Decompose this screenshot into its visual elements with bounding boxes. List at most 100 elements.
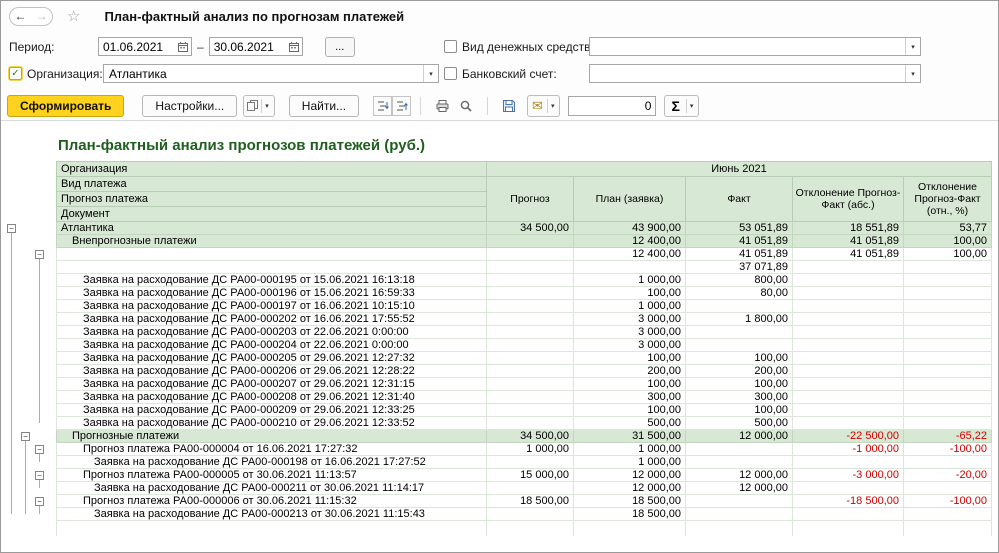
expand-groups-button[interactable]	[373, 96, 392, 116]
cell-deviation-rel[interactable]	[904, 508, 992, 521]
autosum-input[interactable]	[568, 96, 656, 116]
cell-fact[interactable]: 300,00	[686, 391, 793, 404]
cell-fact[interactable]: 100,00	[686, 404, 793, 417]
cell-deviation-abs[interactable]	[793, 339, 904, 352]
cell-plan[interactable]: 12 400,00	[574, 248, 686, 261]
cell-plan[interactable]: 100,00	[574, 378, 686, 391]
cell-fact[interactable]: 80,00	[686, 287, 793, 300]
back-button[interactable]: ←	[10, 8, 31, 25]
cell-fact[interactable]: 37 071,89	[686, 261, 793, 274]
forward-button[interactable]: →	[31, 8, 52, 25]
cell-plan[interactable]: 1 000,00	[574, 443, 686, 456]
report-row[interactable]: Заявка на расходование ДС РА00-000198 от…	[57, 456, 992, 469]
row-label[interactable]: Заявка на расходование ДС РА00-000195 от…	[57, 274, 487, 287]
cell-fact[interactable]: 41 051,89	[686, 235, 793, 248]
autosum-split-button[interactable]: Σ ▾	[664, 95, 699, 117]
bank-account-combobox[interactable]: ▾	[589, 64, 921, 83]
cell-deviation-rel[interactable]	[904, 274, 992, 287]
cell-deviation-abs[interactable]: 18 551,89	[793, 222, 904, 235]
cell-deviation-rel[interactable]	[904, 456, 992, 469]
cell-fact[interactable]: 100,00	[686, 378, 793, 391]
cell-fact[interactable]	[686, 339, 793, 352]
cell-deviation-abs[interactable]	[793, 300, 904, 313]
cell-forecast[interactable]: 34 500,00	[487, 430, 574, 443]
cell-deviation-abs[interactable]	[793, 287, 904, 300]
cell-fact[interactable]: 200,00	[686, 365, 793, 378]
cell-deviation-rel[interactable]	[904, 326, 992, 339]
cell-deviation-rel[interactable]: 53,77	[904, 222, 992, 235]
chevron-down-icon[interactable]: ▾	[261, 99, 272, 113]
report-row[interactable]: 37 071,89	[57, 261, 992, 274]
cell-plan[interactable]: 12 400,00	[574, 235, 686, 248]
cell-deviation-rel[interactable]	[904, 404, 992, 417]
cell-deviation-rel[interactable]	[904, 378, 992, 391]
row-label[interactable]: Заявка на расходование ДС РА00-000204 от…	[57, 339, 487, 352]
cell-plan[interactable]: 200,00	[574, 365, 686, 378]
cell-forecast[interactable]	[487, 274, 574, 287]
cell-plan[interactable]: 18 500,00	[574, 508, 686, 521]
period-more-button[interactable]: ...	[325, 37, 355, 57]
cell-forecast[interactable]	[487, 456, 574, 469]
cell-deviation-abs[interactable]	[793, 378, 904, 391]
report-row[interactable]: Заявка на расходование ДС РА00-000207 от…	[57, 378, 992, 391]
chevron-down-icon[interactable]: ▾	[905, 65, 920, 82]
cell-plan[interactable]: 12 000,00	[574, 482, 686, 495]
preview-button[interactable]	[454, 95, 478, 117]
row-label[interactable]: Прогноз платежа РА00-000005 от 30.06.202…	[57, 469, 487, 482]
cell-plan[interactable]: 100,00	[574, 287, 686, 300]
cell-deviation-rel[interactable]	[904, 339, 992, 352]
period-from-input[interactable]	[99, 40, 175, 54]
period-from-calendar-button[interactable]	[175, 38, 191, 55]
cell-fact[interactable]	[686, 508, 793, 521]
cell-deviation-rel[interactable]	[904, 391, 992, 404]
cell-forecast[interactable]: 15 000,00	[487, 469, 574, 482]
cell-plan[interactable]: 100,00	[574, 352, 686, 365]
cell-forecast[interactable]	[487, 482, 574, 495]
cell-forecast[interactable]	[487, 417, 574, 430]
cell-fact[interactable]: 41 051,89	[686, 248, 793, 261]
cell-fact[interactable]: 12 000,00	[686, 430, 793, 443]
cell-forecast[interactable]	[487, 365, 574, 378]
save-button[interactable]	[497, 95, 521, 117]
report-row[interactable]: Заявка на расходование ДС РА00-000203 от…	[57, 326, 992, 339]
chevron-down-icon[interactable]: ▾	[905, 38, 920, 55]
cell-deviation-abs[interactable]	[793, 508, 904, 521]
cell-deviation-rel[interactable]: -65,22	[904, 430, 992, 443]
row-label[interactable]: Заявка на расходование ДС РА00-000203 от…	[57, 326, 487, 339]
settings-button[interactable]: Настройки...	[142, 95, 237, 117]
cell-forecast[interactable]: 18 500,00	[487, 495, 574, 508]
report-row[interactable]: 12 400,0041 051,8941 051,89100,00	[57, 248, 992, 261]
cell-forecast[interactable]: 34 500,00	[487, 222, 574, 235]
group-collapse-toggle[interactable]: −	[35, 445, 44, 454]
cell-deviation-rel[interactable]	[904, 417, 992, 430]
cell-deviation-abs[interactable]	[793, 482, 904, 495]
report-row[interactable]: Заявка на расходование ДС РА00-000195 от…	[57, 274, 992, 287]
cell-plan[interactable]: 3 000,00	[574, 326, 686, 339]
row-label[interactable]: Заявка на расходование ДС РА00-000207 от…	[57, 378, 487, 391]
cell-fact[interactable]: 1 800,00	[686, 313, 793, 326]
row-label[interactable]: Прогноз платежа РА00-000006 от 30.06.202…	[57, 495, 487, 508]
cell-deviation-abs[interactable]	[793, 417, 904, 430]
group-collapse-toggle[interactable]: −	[21, 432, 30, 441]
cell-deviation-abs[interactable]	[793, 352, 904, 365]
cell-plan[interactable]	[574, 261, 686, 274]
cell-deviation-rel[interactable]	[904, 287, 992, 300]
row-label[interactable]: Атлантика	[57, 222, 487, 235]
organization-combobox[interactable]: Атлантика ▾	[103, 64, 439, 83]
row-label[interactable]: Заявка на расходование ДС РА00-000211 от…	[57, 482, 487, 495]
report-row[interactable]: Заявка на расходование ДС РА00-000205 от…	[57, 352, 992, 365]
row-label[interactable]: Заявка на расходование ДС РА00-000198 от…	[57, 456, 487, 469]
chevron-down-icon[interactable]: ▾	[686, 99, 697, 113]
cell-forecast[interactable]	[487, 261, 574, 274]
cell-plan[interactable]: 43 900,00	[574, 222, 686, 235]
report-row[interactable]: Прогноз платежа РА00-000005 от 30.06.202…	[57, 469, 992, 482]
row-label[interactable]: Заявка на расходование ДС РА00-000205 от…	[57, 352, 487, 365]
cell-forecast[interactable]: 1 000,00	[487, 443, 574, 456]
row-label[interactable]: Заявка на расходование ДС РА00-000210 от…	[57, 417, 487, 430]
cell-fact[interactable]: 500,00	[686, 417, 793, 430]
cell-deviation-rel[interactable]	[904, 313, 992, 326]
row-label[interactable]: Заявка на расходование ДС РА00-000208 от…	[57, 391, 487, 404]
cell-forecast[interactable]	[487, 339, 574, 352]
report-row[interactable]: Заявка на расходование ДС РА00-000211 от…	[57, 482, 992, 495]
cell-deviation-abs[interactable]	[793, 326, 904, 339]
